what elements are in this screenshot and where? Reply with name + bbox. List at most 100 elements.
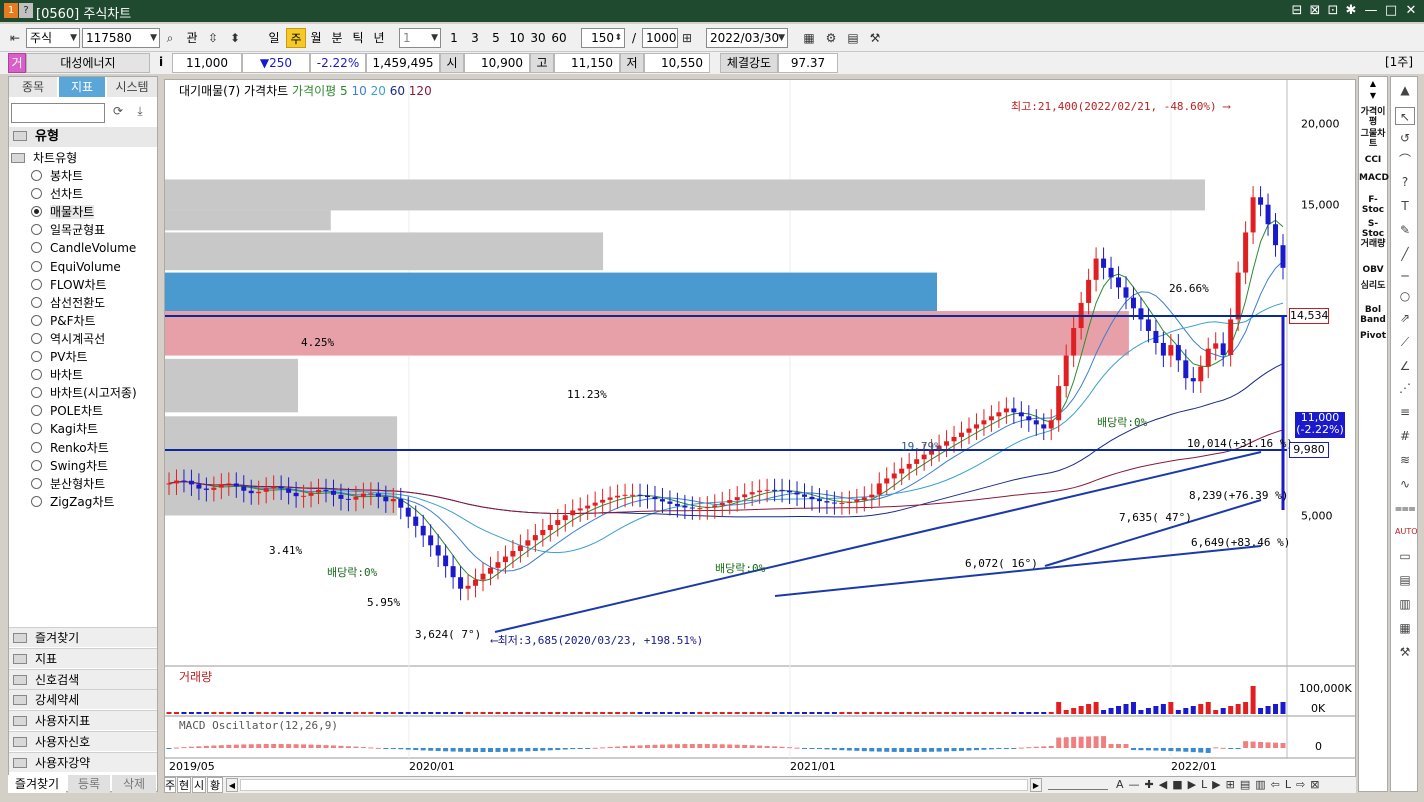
legend-ma-20[interactable]: 20 <box>371 84 386 98</box>
trend-icon[interactable]: ⩶ <box>1395 499 1416 517</box>
minimize-icon[interactable]: — <box>1362 2 1380 20</box>
chart-type-item[interactable]: ZigZag차트 <box>31 493 114 511</box>
page-icon[interactable]: ▤ <box>1395 571 1415 589</box>
chart-type-item[interactable]: 분산형차트 <box>31 475 105 493</box>
zigzag-icon[interactable]: ⟋ <box>1395 333 1415 351</box>
bar-chart-icon[interactable]: ▥ <box>1395 595 1415 613</box>
cursor-icon[interactable]: ↖ <box>1395 107 1415 125</box>
print-icon[interactable]: ▤ <box>844 29 862 47</box>
legend-vol-profile[interactable]: 대기매물(7) <box>179 84 240 98</box>
chart-type-item[interactable]: PV차트 <box>31 348 88 366</box>
type-section-header[interactable]: 유형 <box>9 127 157 147</box>
tab-stocks[interactable]: 종목 <box>9 77 57 97</box>
radio-icon[interactable] <box>31 351 42 362</box>
chart-type-item[interactable]: Swing차트 <box>31 457 108 475</box>
indicator-label[interactable]: 심리도 <box>1359 281 1387 291</box>
chart-type-item[interactable]: POLE차트 <box>31 402 103 420</box>
left-section-item[interactable]: 사용자신호 <box>9 731 157 751</box>
num-3[interactable]: 3 <box>467 28 483 48</box>
indicator-label[interactable]: Pivot <box>1359 331 1387 341</box>
left-section-item[interactable]: 신호검색 <box>9 668 157 689</box>
radio-icon[interactable] <box>31 188 42 200</box>
wrench-icon[interactable]: ⚒ <box>1395 643 1415 661</box>
text-icon[interactable]: T <box>1395 197 1415 215</box>
grid-icon[interactable]: ⊞ <box>678 29 696 47</box>
fibo-icon[interactable]: ≡ <box>1395 403 1415 421</box>
wave-icon[interactable]: ∿ <box>1395 475 1415 493</box>
period-week[interactable]: 주 <box>286 28 306 48</box>
gann-icon[interactable]: ∠ <box>1395 357 1415 375</box>
grid-tool-icon[interactable]: # <box>1395 427 1415 445</box>
scroll-down-icon[interactable]: ▼ <box>1361 91 1385 101</box>
chart-type-item[interactable]: CandleVolume <box>31 239 136 257</box>
tools-icon[interactable]: ⚒ <box>866 29 884 47</box>
market-select[interactable]: 주식 ▼ <box>26 28 80 48</box>
circle-icon[interactable]: ○ <box>1395 287 1415 305</box>
left-section-item[interactable]: 사용자지표 <box>9 710 157 731</box>
bottom-tab-delete[interactable]: 삭제 <box>112 775 156 793</box>
scroll-tab-2[interactable]: 시 <box>192 777 206 793</box>
camera-icon[interactable]: ⊡ <box>1324 2 1342 20</box>
radio-icon[interactable] <box>31 441 42 453</box>
tab-indicators[interactable]: 지표 <box>59 77 105 97</box>
radio-icon[interactable] <box>31 314 42 326</box>
period-tick[interactable]: 틱 <box>348 28 368 48</box>
chart-type-item[interactable]: 바차트 <box>31 366 83 384</box>
scroll-tab-1[interactable]: 현 <box>177 777 191 793</box>
indicator-label[interactable]: 가격이평 <box>1359 107 1387 127</box>
legend-ma-120[interactable]: 120 <box>409 84 432 98</box>
close-icon[interactable]: ✕ <box>1402 2 1420 20</box>
legend-ma-10[interactable]: 10 <box>351 84 366 98</box>
radio-icon[interactable] <box>31 260 42 272</box>
radio-icon[interactable] <box>31 459 42 471</box>
radio-icon[interactable] <box>31 170 42 181</box>
radio-icon[interactable] <box>31 405 42 417</box>
tab-system[interactable]: 시스템 <box>107 77 157 97</box>
app-icon[interactable]: 1 <box>4 3 18 18</box>
chart-type-item[interactable]: EquiVolume <box>31 258 121 276</box>
window-icon[interactable]: ▭ <box>1395 547 1415 565</box>
code-input[interactable]: 117580 ▼ <box>82 28 160 48</box>
chart-area[interactable]: 20,000 15,000 5,000 대기매물(7) 가격차트 가격이평 5 10… <box>164 79 1356 777</box>
radio-icon[interactable] <box>31 206 42 218</box>
table-icon[interactable]: ▦ <box>1395 619 1415 637</box>
updown-icon[interactable]: ⬍ <box>226 29 244 47</box>
fan-icon[interactable]: ⋰ <box>1395 379 1415 397</box>
chart-type-item[interactable]: 삼선전환도 <box>31 294 105 312</box>
chart-type-item[interactable]: P&F차트 <box>31 312 96 330</box>
scroll-controls[interactable]: A—✚◀■▶L▶⊞▤▥⇦L⇨⊠ <box>1116 777 1352 793</box>
radio-icon[interactable] <box>31 495 42 507</box>
question-icon[interactable]: ? <box>1395 173 1415 191</box>
info-icon[interactable]: i <box>152 53 170 73</box>
scroll-up-icon[interactable]: ▲ <box>1361 79 1385 89</box>
chart-type-item[interactable]: 바차트(시고저종) <box>31 384 137 402</box>
legend-ma-60[interactable]: 60 <box>390 84 405 98</box>
date-select[interactable]: 2022/03/30 ▼ <box>706 28 788 48</box>
chart-type-item[interactable]: 선차트 <box>31 185 83 203</box>
magnet-icon[interactable]: ⌒ <box>1395 151 1415 169</box>
left-section-item[interactable]: 지표 <box>9 647 157 668</box>
radio-icon[interactable] <box>31 423 42 435</box>
prev-icon[interactable]: ⇤ <box>6 29 24 47</box>
download-icon[interactable]: ⤓ <box>131 104 149 122</box>
period-month[interactable]: 월 <box>306 28 326 48</box>
tool-up-icon[interactable]: ▲ <box>1395 81 1415 99</box>
gear-icon[interactable]: ✱ <box>1342 2 1360 20</box>
refresh-icon[interactable]: ⟳ <box>109 104 127 122</box>
indicator-label[interactable]: 그물차트 <box>1359 129 1387 149</box>
chart-type-item[interactable]: FLOW차트 <box>31 276 107 294</box>
scroll-tab-3[interactable]: 황 <box>207 777 223 793</box>
bottom-tab-favorites[interactable]: 즐겨찾기 <box>8 775 66 793</box>
legend-ma-5[interactable]: 5 <box>340 84 348 98</box>
period-minute[interactable]: 분 <box>327 28 347 48</box>
radio-icon[interactable] <box>31 387 42 399</box>
chart-type-item[interactable]: 일목균형표 <box>31 221 105 239</box>
chart-setting-icon[interactable]: ▦ <box>800 29 818 47</box>
indicator-label[interactable]: OBV <box>1359 265 1387 275</box>
settings-icon[interactable]: ⚙ <box>822 29 840 47</box>
num-5[interactable]: 5 <box>488 28 504 48</box>
bottom-tab-register[interactable]: 등록 <box>68 775 110 793</box>
left-section-item[interactable]: 즐겨찾기 <box>9 627 157 647</box>
search-icon[interactable]: ⌕ <box>161 29 179 47</box>
scroll-left-icon[interactable]: ◀ <box>226 778 238 792</box>
